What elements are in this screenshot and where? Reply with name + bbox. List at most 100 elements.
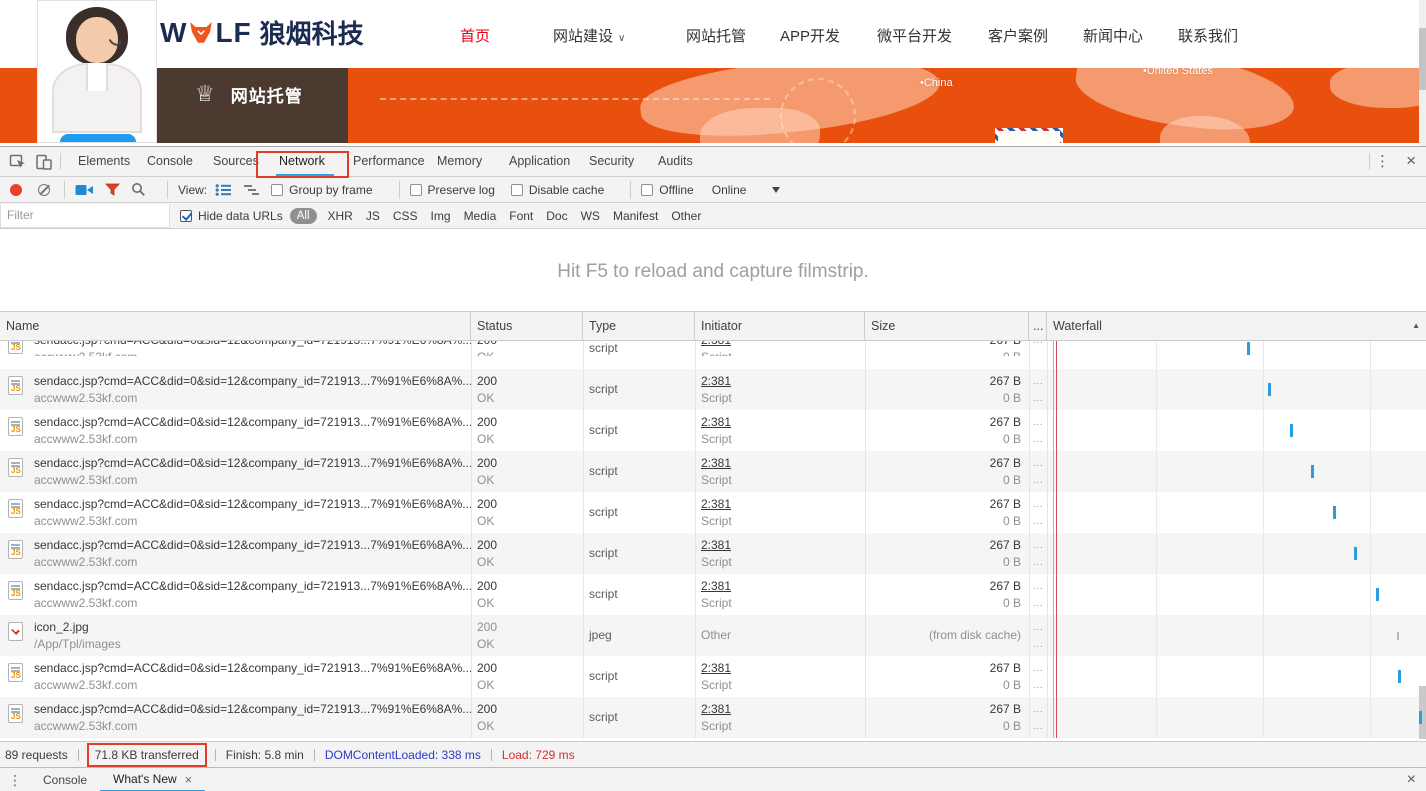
divider: [167, 181, 168, 199]
initiator-link[interactable]: 2:381: [701, 537, 865, 554]
device-toolbar-icon[interactable]: [34, 152, 54, 172]
throttling-select[interactable]: Online: [712, 183, 747, 197]
close-icon[interactable]: ×: [185, 772, 193, 787]
table-row[interactable]: JSsendacc.jsp?cmd=ACC&did=0&sid=12&compa…: [0, 574, 1426, 615]
column-header-overflow[interactable]: ...: [1029, 312, 1047, 340]
column-header-type[interactable]: Type: [583, 312, 695, 340]
filter-type-js[interactable]: JS: [366, 209, 380, 223]
preserve-log-checkbox[interactable]: [410, 184, 422, 196]
nav-item-webdesign[interactable]: 网站建设∨: [553, 25, 625, 46]
show-overview-icon[interactable]: [243, 183, 260, 197]
table-row[interactable]: JSsendacc.jsp?cmd=ACC&did=0&sid=12&compa…: [0, 410, 1426, 451]
drawer-menu-icon[interactable]: ⋮: [0, 768, 30, 791]
column-header-status[interactable]: Status: [471, 312, 583, 340]
filter-type-css[interactable]: CSS: [393, 209, 418, 223]
disable-cache-checkbox[interactable]: [511, 184, 523, 196]
hide-data-urls-checkbox[interactable]: [180, 210, 192, 222]
waterfall-tick: [1419, 711, 1422, 724]
offline-checkbox[interactable]: [641, 184, 653, 196]
initiator-link[interactable]: 2:381: [701, 341, 865, 349]
main-nav: 首页 网站建设∨ 网站托管 APP开发 微平台开发 客户案例 新闻中心 联系我们: [0, 0, 1426, 68]
tab-performance[interactable]: Performance: [353, 154, 425, 168]
filter-input[interactable]: [0, 204, 170, 228]
consult-button[interactable]: [60, 134, 136, 143]
nav-item-hosting[interactable]: 网站托管: [686, 25, 746, 46]
filter-type-xhr[interactable]: XHR: [328, 209, 353, 223]
waterfall-tick: [1311, 465, 1314, 478]
initiator-link[interactable]: 2:381: [701, 373, 865, 390]
tab-sources[interactable]: Sources: [213, 154, 259, 168]
nav-item-news[interactable]: 新闻中心: [1083, 25, 1143, 46]
devtools-close-icon[interactable]: ×: [1406, 151, 1416, 171]
filter-funnel-icon[interactable]: [105, 182, 120, 197]
drawer-tab-console[interactable]: Console: [30, 768, 100, 791]
tab-audits[interactable]: Audits: [658, 154, 693, 168]
table-row[interactable]: JSsendacc.jsp?cmd=ACC&did=0&sid=12&compa…: [0, 451, 1426, 492]
nav-item-cases[interactable]: 客户案例: [988, 25, 1048, 46]
devtools-menu-icon[interactable]: ⋮: [1375, 152, 1390, 170]
column-header-size[interactable]: Size: [865, 312, 1029, 340]
js-file-icon: JS: [8, 704, 23, 723]
throttling-dropdown-icon[interactable]: [772, 187, 780, 193]
js-file-icon: JS: [8, 417, 23, 436]
devtools-tabbar: Elements Console Sources Network Perform…: [0, 147, 1426, 177]
record-button[interactable]: [10, 184, 22, 196]
crown-icon: ♕: [195, 83, 215, 105]
divider: [491, 749, 492, 761]
tab-memory[interactable]: Memory: [437, 154, 482, 168]
divider: [215, 749, 216, 761]
scrollbar-thumb[interactable]: [1419, 28, 1426, 90]
filter-type-manifest[interactable]: Manifest: [613, 209, 658, 223]
initiator-link[interactable]: 2:381: [701, 578, 865, 595]
initiator-link[interactable]: 2:381: [701, 496, 865, 513]
column-header-name[interactable]: Name: [0, 312, 471, 340]
drawer-tab-whats-new[interactable]: What's New×: [100, 768, 205, 791]
nav-item-app[interactable]: APP开发: [780, 25, 840, 46]
nav-item-home[interactable]: 首页: [460, 25, 490, 46]
filter-type-ws[interactable]: WS: [581, 209, 600, 223]
load-time: Load: 729 ms: [502, 748, 575, 762]
table-row[interactable]: JSsendacc.jsp?cmd=ACC&did=0&sid=12&compa…: [0, 697, 1426, 738]
table-row[interactable]: JSsendacc.jsp?cmd=ACC&did=0&sid=12&compa…: [0, 341, 1426, 369]
filter-type-other[interactable]: Other: [671, 209, 701, 223]
inspect-element-icon[interactable]: [8, 152, 28, 172]
filmstrip-camera-icon[interactable]: [75, 183, 94, 197]
column-header-initiator[interactable]: Initiator: [695, 312, 865, 340]
tab-network[interactable]: Network: [279, 154, 325, 168]
filter-type-font[interactable]: Font: [509, 209, 533, 223]
tab-elements[interactable]: Elements: [78, 154, 130, 168]
filter-type-media[interactable]: Media: [464, 209, 497, 223]
clear-button[interactable]: [38, 184, 50, 196]
column-header-waterfall[interactable]: Waterfall▲: [1047, 312, 1426, 340]
filter-type-img[interactable]: Img: [431, 209, 451, 223]
filter-type-doc[interactable]: Doc: [546, 209, 567, 223]
initiator-link[interactable]: 2:381: [701, 701, 865, 718]
tab-security[interactable]: Security: [589, 154, 634, 168]
hide-data-urls-label: Hide data URLs: [198, 209, 283, 223]
initiator-link[interactable]: 2:381: [701, 660, 865, 677]
table-row[interactable]: JSsendacc.jsp?cmd=ACC&did=0&sid=12&compa…: [0, 369, 1426, 410]
tab-console[interactable]: Console: [147, 154, 193, 168]
route-line-graphic: [380, 98, 770, 100]
table-row[interactable]: JSsendacc.jsp?cmd=ACC&did=0&sid=12&compa…: [0, 656, 1426, 697]
group-by-frame-checkbox[interactable]: [271, 184, 283, 196]
nav-item-contact[interactable]: 联系我们: [1178, 25, 1238, 46]
waterfall-tick: [1397, 632, 1399, 640]
network-filter-row: Hide data URLs All XHR JS CSS Img Media …: [0, 203, 1426, 229]
menu-item-hosting[interactable]: ♕ 网站托管: [157, 68, 348, 120]
table-row[interactable]: icon_2.jpg/App/Tpl/images200OKjpegOther(…: [0, 615, 1426, 656]
waterfall-tick: [1398, 670, 1401, 683]
tab-application[interactable]: Application: [509, 154, 570, 168]
nav-item-microplatform[interactable]: 微平台开发: [877, 25, 952, 46]
initiator-link[interactable]: 2:381: [701, 455, 865, 472]
disable-cache-label: Disable cache: [529, 183, 604, 197]
filter-type-all[interactable]: All: [290, 208, 317, 224]
search-icon[interactable]: [131, 182, 146, 197]
table-row[interactable]: JSsendacc.jsp?cmd=ACC&did=0&sid=12&compa…: [0, 533, 1426, 574]
table-row[interactable]: JSsendacc.jsp?cmd=ACC&did=0&sid=12&compa…: [0, 492, 1426, 533]
devtools-drawer: ⋮ Console What's New× ×: [0, 767, 1426, 791]
initiator-link[interactable]: 2:381: [701, 414, 865, 431]
large-request-rows-icon[interactable]: [215, 183, 232, 197]
drawer-close-icon[interactable]: ×: [1407, 771, 1416, 789]
page-scrollbar[interactable]: [1419, 0, 1426, 146]
